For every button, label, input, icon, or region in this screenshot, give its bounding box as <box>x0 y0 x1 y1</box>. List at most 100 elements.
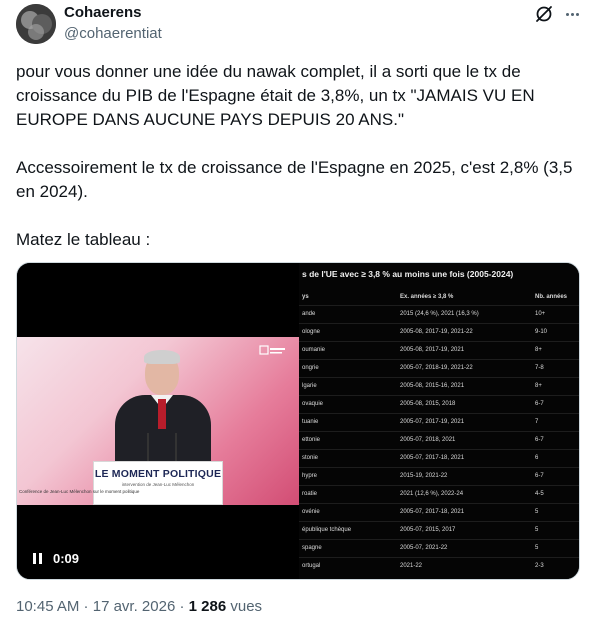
table-row: ologne 2005-08, 2017-19, 2021-22 9-10 <box>299 323 579 341</box>
table-row: épublique tchèque 2005-07, 2015, 2017 5 <box>299 521 579 539</box>
table-row: spagne 2005-07, 2021-22 5 <box>299 539 579 557</box>
row-years: 2005-08, 2015-16, 2021 <box>400 383 465 389</box>
row-years: 2005-08, 2017-19, 2021 <box>400 347 465 353</box>
row-country: épublique tchèque <box>302 527 352 533</box>
row-country: ande <box>302 311 316 317</box>
row-years: 2015-19, 2021-22 <box>400 473 448 479</box>
views-count[interactable]: 1 286 <box>189 598 227 615</box>
header-count: Nb. années <box>535 294 568 300</box>
views-label: vues <box>226 598 263 615</box>
row-count: 9-10 <box>535 329 548 335</box>
header-country: ys <box>302 294 309 300</box>
row-count: 10+ <box>535 311 546 317</box>
table-image[interactable]: s de l'UE avec ≥ 3,8 % au moins une fois… <box>299 263 579 579</box>
row-count: 8+ <box>535 347 542 353</box>
tweet-text: pour vous donner une idée du nawak compl… <box>16 60 576 276</box>
row-years: 2005-08, 2015, 2018 <box>400 401 456 407</box>
table-row: oumanie 2005-08, 2017-19, 2021 8+ <box>299 341 579 359</box>
row-country: ongrie <box>302 365 319 371</box>
row-count: 6-7 <box>535 401 544 407</box>
speaker-tie <box>158 399 166 429</box>
row-count: 5 <box>535 509 539 515</box>
row-count: 5 <box>535 545 539 551</box>
table-header: ys Ex. années ≥ 3,8 % Nb. années <box>299 289 579 305</box>
video-player[interactable]: LE MOMENT POLITIQUE intervention de Jean… <box>17 263 299 579</box>
row-years: 2005-07, 2018, 2021 <box>400 437 456 443</box>
row-count: 8+ <box>535 383 542 389</box>
tweet-paragraph: Accessoirement le tx de croissance de l'… <box>16 158 578 201</box>
tweet-time[interactable]: 10:45 AM <box>16 598 79 615</box>
author-handle[interactable]: @cohaerentiat <box>64 25 162 42</box>
row-count: 6 <box>535 455 539 461</box>
table-title: s de l'UE avec ≥ 3,8 % au moins une fois… <box>302 269 514 279</box>
meta-separator: · <box>175 598 189 615</box>
avatar-image <box>16 4 56 44</box>
row-country: ovénie <box>302 509 320 515</box>
row-years: 2005-07, 2017-18, 2021 <box>400 509 465 515</box>
table-row: roatie 2021 (12,6 %), 2022-24 4-5 <box>299 485 579 503</box>
more-button[interactable] <box>562 4 582 24</box>
microphone-icon <box>175 433 177 463</box>
row-country: roatie <box>302 491 318 497</box>
table-row: stonie 2005-07, 2017-18, 2021 6 <box>299 449 579 467</box>
tweet-paragraph: pour vous donner une idée du nawak compl… <box>16 62 540 129</box>
row-years: 2005-07, 2015, 2017 <box>400 527 456 533</box>
table-row: tuanie 2005-07, 2017-19, 2021 7 <box>299 413 579 431</box>
row-country: spagne <box>302 545 322 551</box>
media-container[interactable]: LE MOMENT POLITIQUE intervention de Jean… <box>16 262 580 580</box>
row-years: 2015 (24,6 %), 2021 (16,3 %) <box>400 311 479 317</box>
row-country: oumanie <box>302 347 326 353</box>
tweet-paragraph: Matez le tableau : <box>16 230 151 249</box>
party-logo-icon <box>259 345 285 355</box>
podium: LE MOMENT POLITIQUE intervention de Jean… <box>93 461 223 505</box>
table-row: ovénie 2005-07, 2017-18, 2021 5 <box>299 503 579 521</box>
row-years: 2021-22 <box>400 563 423 569</box>
grok-button[interactable] <box>534 4 554 24</box>
row-years: 2021 (12,6 %), 2022-24 <box>400 491 464 497</box>
podium-subtitle: intervention de Jean-Luc Mélenchon <box>121 482 195 487</box>
row-count: 2-3 <box>535 563 544 569</box>
video-caption: Conférence de Jean-Luc Mélenchon sur le … <box>19 489 140 494</box>
table-row: ongrie 2005-07, 2018-19, 2021-22 7-8 <box>299 359 579 377</box>
author-name[interactable]: Cohaerens <box>64 4 142 21</box>
table-row: lgarie 2005-08, 2015-16, 2021 8+ <box>299 377 579 395</box>
row-country: ettonie <box>302 437 321 443</box>
tweet-date[interactable]: 17 avr. 2026 <box>93 598 176 615</box>
podium-title: LE MOMENT POLITIQUE <box>94 468 222 480</box>
row-country: ovaquie <box>302 401 324 407</box>
table-row: ortugal 2021-22 2-3 <box>299 557 579 575</box>
table-row: ovaquie 2005-08, 2015, 2018 6-7 <box>299 395 579 413</box>
row-count: 7-8 <box>535 365 544 371</box>
header-years: Ex. années ≥ 3,8 % <box>400 294 454 300</box>
row-years: 2005-07, 2018-19, 2021-22 <box>400 365 473 371</box>
row-country: tuanie <box>302 419 319 425</box>
row-count: 4-5 <box>535 491 544 497</box>
table-row: ettonie 2005-07, 2018, 2021 6-7 <box>299 431 579 449</box>
row-count: 6-7 <box>535 473 544 479</box>
grok-icon <box>536 6 552 22</box>
row-country: hypre <box>302 473 318 479</box>
row-count: 6-7 <box>535 437 544 443</box>
row-country: ortugal <box>302 563 321 569</box>
pause-icon[interactable] <box>33 552 45 565</box>
row-country: lgarie <box>302 383 317 389</box>
video-controls[interactable]: 0:09 <box>33 551 79 566</box>
row-years: 2005-08, 2017-19, 2021-22 <box>400 329 473 335</box>
more-icon <box>565 12 569 16</box>
video-frame[interactable]: LE MOMENT POLITIQUE intervention de Jean… <box>17 337 299 505</box>
video-time: 0:09 <box>53 551 80 566</box>
microphone-icon <box>147 433 149 463</box>
row-country: ologne <box>302 329 321 335</box>
row-years: 2005-07, 2021-22 <box>400 545 448 551</box>
row-count: 7 <box>535 419 539 425</box>
row-count: 5 <box>535 527 539 533</box>
table-row: ande 2015 (24,6 %), 2021 (16,3 %) 10+ <box>299 305 579 323</box>
row-years: 2005-07, 2017-19, 2021 <box>400 419 465 425</box>
row-country: stonie <box>302 455 319 461</box>
avatar[interactable] <box>16 4 56 44</box>
speaker-hair <box>144 350 180 364</box>
tweet-meta: 10:45 AM · 17 avr. 2026 · 1 286 vues <box>16 598 262 615</box>
table-row: hypre 2015-19, 2021-22 6-7 <box>299 467 579 485</box>
row-years: 2005-07, 2017-18, 2021 <box>400 455 465 461</box>
meta-separator: · <box>79 598 93 615</box>
